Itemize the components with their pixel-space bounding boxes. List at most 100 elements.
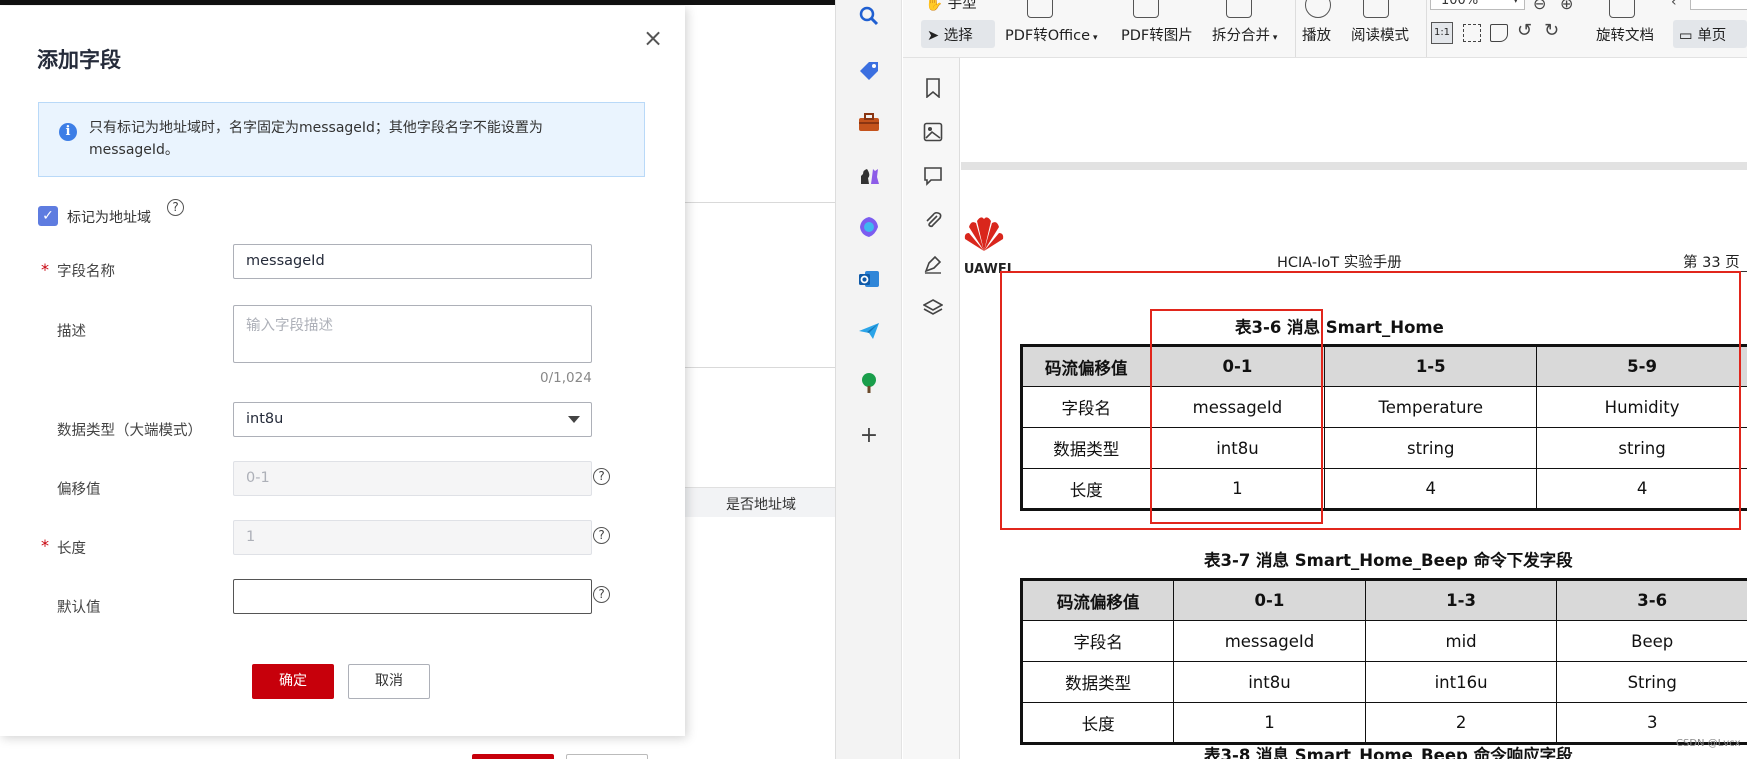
table-cell: 1: [1173, 702, 1366, 744]
fit-width-icon[interactable]: [1490, 24, 1508, 42]
rotate-document-button[interactable]: 旋转文档: [1596, 24, 1654, 45]
beep-command-fields-table: 码流偏移值 0-1 1-3 3-6 字段名 messageId mid Beep…: [1020, 578, 1747, 745]
toolbar-divider: [1426, 0, 1427, 57]
table-cell: 字段名: [1020, 620, 1175, 662]
description-textarea[interactable]: 输入字段描述: [233, 305, 592, 363]
hand-tool-label: 手型: [947, 0, 977, 12]
cursor-icon: ➤: [927, 28, 940, 44]
datatype-label: 数据类型（大端模式）: [57, 423, 202, 439]
document-header-title: HCIA-IoT 实验手册: [1277, 255, 1402, 271]
signature-pen-icon[interactable]: [923, 254, 943, 274]
table-cell: 2: [1364, 702, 1558, 744]
layers-icon[interactable]: [922, 298, 944, 318]
info-alert: i 只有标记为地址域时，名字固定为messageId；其他字段名字不能设置为me…: [38, 102, 645, 177]
tag-icon[interactable]: [856, 59, 882, 85]
background-confirm-button[interactable]: [472, 754, 554, 759]
toolbar-divider: [1295, 0, 1296, 57]
split-merge-button[interactable]: 拆分合并 ▾: [1212, 24, 1277, 45]
web-console-panel: 是否地址域 添加字段 × i 只有标记为地址域时，名字固定为messageId；…: [0, 0, 835, 759]
zoom-select[interactable]: 100% ▾: [1430, 0, 1525, 10]
search-icon[interactable]: [856, 5, 882, 31]
help-icon[interactable]: ?: [593, 468, 610, 485]
thumbnail-image-icon[interactable]: [923, 122, 943, 142]
table-cell: int8u: [1173, 661, 1366, 703]
outlook-icon[interactable]: [856, 267, 882, 293]
close-icon[interactable]: ×: [641, 26, 665, 50]
select-tool[interactable]: ➤ 选择: [921, 20, 995, 48]
add-icon[interactable]: +: [856, 423, 882, 449]
fit-page-icon[interactable]: [1463, 24, 1481, 42]
chevron-down-icon: ▾: [1090, 33, 1098, 43]
background-cancel-button[interactable]: [566, 754, 648, 759]
table-caption: 表3-8 消息 Smart_Home_Beep 命令响应字段: [1204, 746, 1573, 759]
address-domain-checkbox[interactable]: ✓: [38, 206, 58, 226]
zoom-out-icon[interactable]: ⊖: [1533, 0, 1546, 13]
comment-icon[interactable]: [923, 166, 943, 186]
help-icon[interactable]: ?: [593, 527, 610, 544]
info-alert-text: 只有标记为地址域时，名字固定为messageId；其他字段名字不能设置为mess…: [89, 120, 543, 158]
attachment-icon[interactable]: [923, 210, 943, 230]
document-page-number: 第 33 页: [1683, 255, 1740, 271]
toolbox-icon[interactable]: [856, 111, 882, 137]
chevron-left-icon[interactable]: ‹: [1671, 0, 1677, 10]
table-caption: 表3-7 消息 Smart_Home_Beep 命令下发字段: [1204, 551, 1573, 570]
app-sidebar: +: [835, 0, 902, 759]
huawei-logo-icon: [963, 213, 1005, 253]
single-page-button[interactable]: ▭ 单页: [1673, 20, 1747, 48]
table-cell: String: [1556, 661, 1747, 703]
bookmark-icon[interactable]: [923, 78, 943, 99]
table-cell: messageId: [1173, 620, 1366, 662]
select-tool-label: 选择: [943, 28, 973, 44]
help-icon[interactable]: ?: [593, 586, 610, 603]
pdf-to-image-button[interactable]: PDF转图片: [1121, 24, 1193, 45]
background-divider: [685, 367, 835, 368]
table-header-cell: 0-1: [1173, 579, 1366, 621]
zoom-in-icon[interactable]: ⊕: [1560, 0, 1573, 13]
read-mode-button[interactable]: 阅读模式: [1351, 24, 1409, 45]
table-header-cell: 3-6: [1556, 579, 1747, 621]
datatype-select[interactable]: int8u: [233, 402, 592, 437]
top-dark-bar: [0, 0, 835, 5]
rotate-right-icon[interactable]: ↻: [1544, 20, 1559, 41]
address-domain-checkbox-label: 标记为地址域: [67, 210, 151, 226]
hand-tool[interactable]: ✋ 手型: [925, 0, 977, 13]
pdf-toolbar: ✋ 手型 ➤ 选择 PDF转Office ▾ PDF转图片 拆分合并 ▾ 播放 …: [903, 0, 1747, 58]
length-label: 长度: [57, 541, 86, 557]
tree-icon[interactable]: [856, 371, 882, 397]
page-input[interactable]: [1690, 0, 1747, 10]
split-merge-label: 拆分合并: [1212, 28, 1270, 44]
hand-icon: ✋: [925, 0, 944, 12]
watermark: CSDN @Lvcx: [1676, 738, 1741, 749]
copilot-icon[interactable]: [856, 215, 882, 241]
description-label: 描述: [57, 324, 86, 340]
required-mark: *: [41, 260, 49, 279]
description-char-counter: 0/1,024: [540, 370, 592, 386]
table-cell: int16u: [1364, 661, 1558, 703]
single-page-label: 单页: [1697, 28, 1727, 44]
annotation-box-column: [1150, 309, 1323, 524]
read-mode-icon: [1363, 0, 1389, 18]
pdf-to-image-icon: [1133, 0, 1159, 18]
dialog-title: 添加字段: [37, 48, 121, 72]
send-icon[interactable]: [856, 319, 882, 345]
rotate-document-icon: [1609, 0, 1635, 18]
table-header-cell: 1-3: [1364, 579, 1558, 621]
length-input: 1: [233, 520, 592, 555]
actual-size-icon[interactable]: 1:1: [1431, 22, 1453, 44]
pdf-to-office-button[interactable]: PDF转Office ▾: [1005, 24, 1097, 45]
field-name-input[interactable]: messageId: [233, 244, 592, 279]
play-icon: [1305, 0, 1331, 18]
chess-icon[interactable]: [856, 163, 882, 189]
play-button[interactable]: 播放: [1302, 24, 1331, 45]
pdf-to-office-icon: [1027, 0, 1053, 18]
pdf-to-office-label: PDF转Office: [1005, 28, 1091, 44]
confirm-button[interactable]: 确定: [252, 664, 334, 699]
table-cell: Beep: [1556, 620, 1747, 662]
split-merge-icon: [1226, 0, 1252, 18]
offset-input: 0-1: [233, 461, 592, 496]
table-header-cell: 码流偏移值: [1020, 579, 1175, 621]
cancel-button[interactable]: 取消: [348, 664, 430, 699]
rotate-left-icon[interactable]: ↺: [1517, 20, 1532, 41]
help-icon[interactable]: ?: [167, 199, 184, 216]
default-value-input[interactable]: [233, 579, 592, 614]
